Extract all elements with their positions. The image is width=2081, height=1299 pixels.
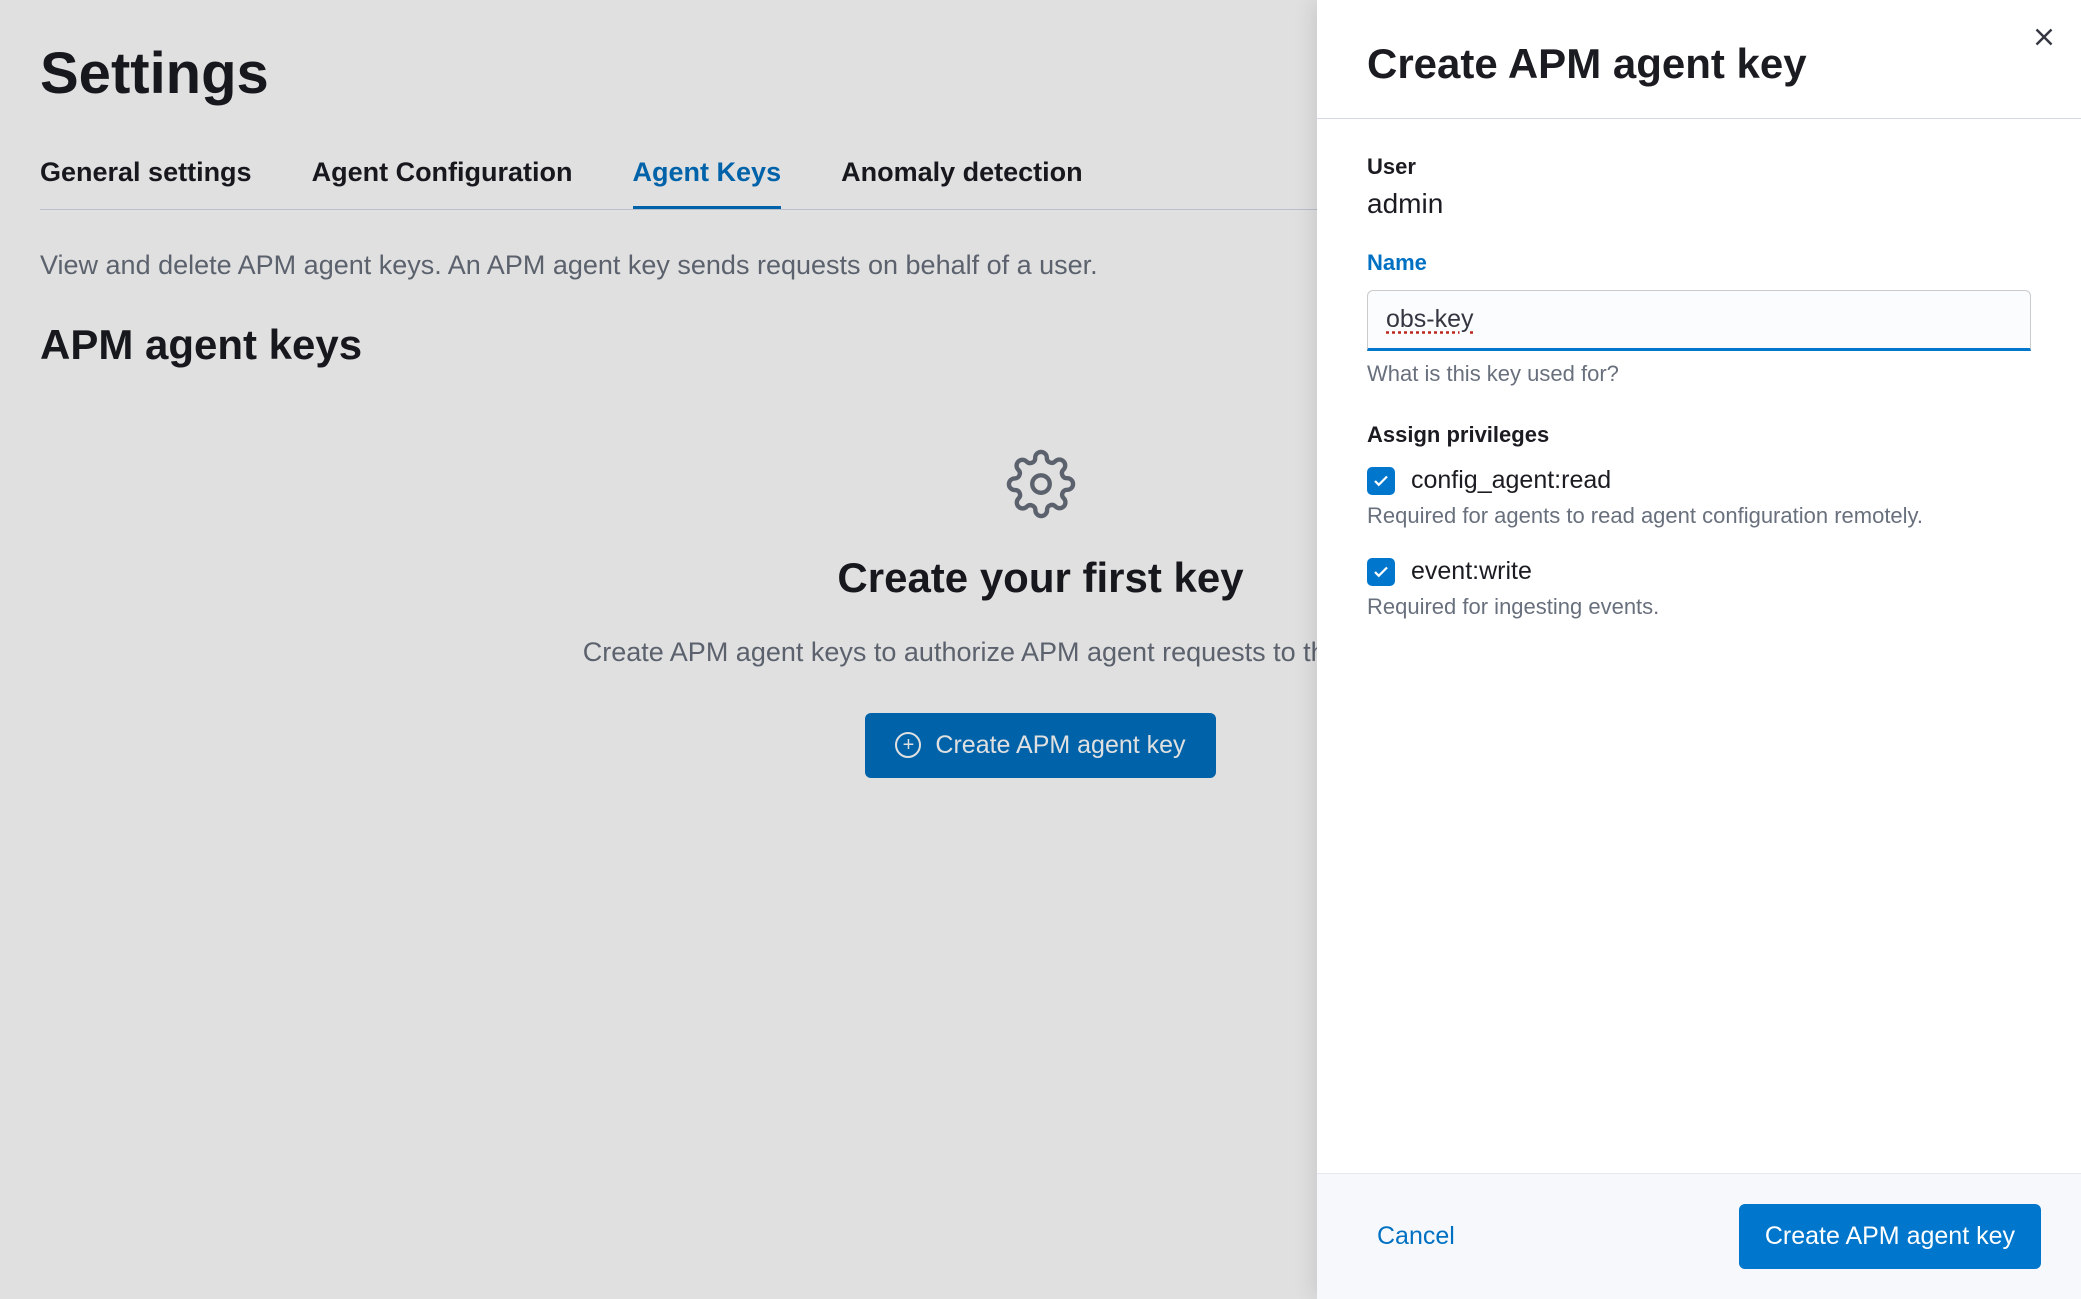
privilege-label: event:write (1411, 557, 1532, 586)
name-input[interactable] (1367, 290, 2031, 351)
submit-create-key-button[interactable]: Create APM agent key (1739, 1204, 2041, 1269)
modal-overlay[interactable] (0, 0, 1320, 1299)
name-help-text: What is this key used for? (1367, 361, 2031, 387)
create-key-flyout: Create APM agent key User admin Name Wha… (1317, 0, 2081, 1299)
privilege-row-config-agent-read: config_agent:read (1367, 466, 2031, 495)
user-value: admin (1367, 188, 2031, 220)
close-icon (2029, 22, 2059, 52)
flyout-body: User admin Name What is this key used fo… (1317, 119, 2081, 1173)
checkbox-config-agent-read[interactable] (1367, 467, 1395, 495)
close-button[interactable] (2029, 22, 2059, 52)
name-label: Name (1367, 250, 2031, 276)
privileges-label: Assign privileges (1367, 422, 2031, 448)
privilege-row-event-write: event:write (1367, 557, 2031, 586)
checkbox-event-write[interactable] (1367, 558, 1395, 586)
check-icon (1372, 472, 1390, 490)
check-icon (1372, 563, 1390, 581)
privilege-label: config_agent:read (1411, 466, 1611, 495)
flyout-title: Create APM agent key (1367, 40, 2031, 88)
cancel-button[interactable]: Cancel (1357, 1206, 1475, 1267)
user-label: User (1367, 154, 2031, 180)
privilege-description: Required for agents to read agent config… (1367, 503, 2031, 529)
privilege-description: Required for ingesting events. (1367, 594, 2031, 620)
flyout-footer: Cancel Create APM agent key (1317, 1173, 2081, 1299)
flyout-header: Create APM agent key (1317, 0, 2081, 119)
